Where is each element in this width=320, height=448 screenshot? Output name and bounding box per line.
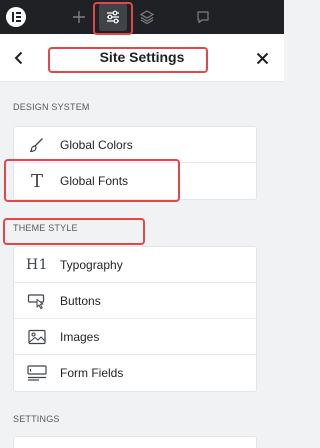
heading-h1-icon: H1 xyxy=(25,256,49,273)
menu-item-label: Global Fonts xyxy=(60,174,129,188)
font-t-icon: T xyxy=(30,170,43,192)
sliders-icon xyxy=(107,10,119,24)
plus-icon xyxy=(73,11,85,23)
section-label-settings: SETTINGS xyxy=(13,414,60,424)
theme-style-card: H1 Typography Buttons Images Form Fields xyxy=(13,246,257,392)
menu-item-global-colors[interactable]: Global Colors xyxy=(14,127,256,163)
brush-icon xyxy=(14,127,60,163)
menu-item-label: Buttons xyxy=(60,293,101,308)
menu-item-label: Form Fields xyxy=(60,366,124,380)
menu-item-form-fields[interactable]: Form Fields xyxy=(14,355,256,391)
section-label-theme-style: THEME STYLE xyxy=(13,223,78,233)
form-fields-icon xyxy=(14,355,60,391)
panel-header: Site Settings xyxy=(0,34,284,82)
design-system-card: Global Colors T Global Fonts xyxy=(13,126,257,200)
layers-button[interactable] xyxy=(130,0,164,34)
close-icon xyxy=(256,52,268,64)
menu-item-buttons[interactable]: Buttons xyxy=(14,283,256,319)
site-settings-panel: Site Settings DESIGN SYSTEM Global Color… xyxy=(0,0,284,448)
menu-item-label: Typography xyxy=(60,257,123,272)
menu-item-label: Images xyxy=(60,329,100,344)
top-toolbar xyxy=(0,0,284,34)
menu-item-label: Global Colors xyxy=(60,137,133,152)
menu-item-typography[interactable]: H1 Typography xyxy=(14,247,256,283)
menu-item-global-fonts[interactable]: T Global Fonts xyxy=(14,163,256,199)
elementor-logo-button[interactable] xyxy=(0,0,32,34)
settings-card xyxy=(13,436,257,448)
comments-button[interactable] xyxy=(186,0,220,34)
site-settings-button[interactable] xyxy=(96,0,130,34)
elementor-logo-icon xyxy=(6,7,26,27)
image-icon xyxy=(14,319,60,355)
section-label-design-system: DESIGN SYSTEM xyxy=(13,102,90,112)
menu-item-images[interactable]: Images xyxy=(14,319,256,355)
page-title: Site Settings xyxy=(99,49,185,65)
comment-icon xyxy=(197,11,209,24)
layers-icon xyxy=(139,10,155,25)
button-pointer-icon xyxy=(14,283,60,319)
add-element-button[interactable] xyxy=(62,0,96,34)
close-button[interactable] xyxy=(252,48,272,68)
